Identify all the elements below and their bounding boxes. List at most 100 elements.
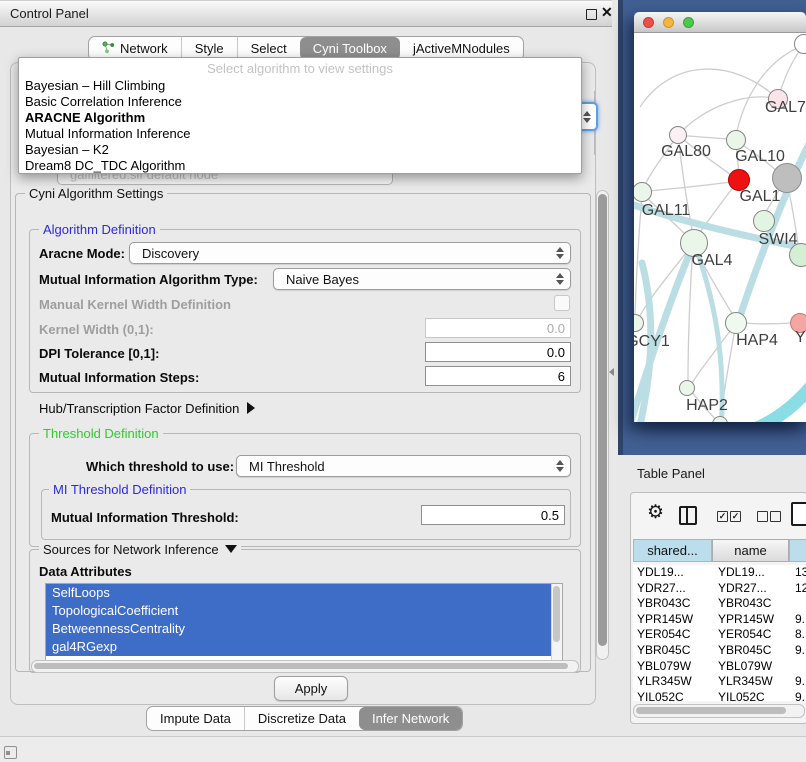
which-threshold-select[interactable]: MI Threshold — [236, 455, 571, 477]
cyni-algorithm-settings-title: Cyni Algorithm Settings — [25, 186, 167, 201]
node-hap2[interactable] — [679, 380, 695, 396]
control-panel-title: Control Panel — [10, 6, 89, 21]
cyni-bottom-tabs: Impute Data Discretize Data Infer Networ… — [146, 706, 463, 731]
node-label: GAL1 — [740, 188, 781, 206]
kernel-width-label: Kernel Width (0,1): — [39, 322, 154, 337]
mi-threshold-title: MI Threshold Definition — [49, 482, 190, 497]
tab-discretize-data[interactable]: Discretize Data — [244, 707, 359, 730]
algorithm-option[interactable]: Basic Correlation Inference — [19, 94, 581, 110]
gear-icon[interactable]: ⚙ — [647, 501, 664, 524]
node-swi4[interactable] — [753, 210, 775, 232]
mi-threshold-label: Mutual Information Threshold: — [51, 510, 239, 525]
table-horizontal-scrollbar[interactable] — [633, 704, 805, 718]
algorithm-dropdown-popup: Select algorithm to view settings Bayesi… — [18, 57, 582, 174]
list-vertical-scrollbar[interactable] — [551, 584, 562, 660]
column-header-shared-name[interactable]: shared... — [633, 539, 712, 562]
node-label: GAL4 — [692, 252, 733, 270]
algorithm-option[interactable]: Mutual Information Inference — [19, 126, 581, 142]
document-icon[interactable] — [791, 502, 806, 526]
unchecked-checkbox-icon[interactable] — [770, 511, 781, 522]
which-threshold-label: Which threshold to use: — [86, 459, 234, 474]
node-gal10[interactable] — [726, 130, 746, 150]
table-body: YDL19...YDL19...13 YDR27...YDR27...12 YB… — [633, 565, 806, 701]
network-window-titlebar[interactable] — [634, 12, 806, 33]
mi-algorithm-type-label: Mutual Information Algorithm Type: — [39, 272, 258, 287]
collapsed-arrow-icon — [247, 402, 255, 414]
checked-checkbox-icon[interactable]: ✓ — [730, 511, 741, 522]
algorithm-option-selected[interactable]: ARACNE Algorithm — [19, 110, 581, 126]
mi-steps-input[interactable] — [425, 366, 571, 386]
sources-title[interactable]: Sources for Network Inference — [39, 542, 241, 557]
node-label: HAP4 — [736, 332, 778, 350]
kernel-width-input[interactable] — [425, 318, 571, 338]
table-panel-title: Table Panel — [637, 466, 705, 481]
checked-checkbox-icon[interactable]: ✓ — [717, 511, 728, 522]
dpi-tolerance-label: DPI Tolerance [0,1]: — [39, 346, 159, 361]
algorithm-option[interactable]: Bayesian – K2 — [19, 142, 581, 158]
data-attributes-list: SelfLoops TopologicalCoefficient Between… — [45, 583, 563, 661]
node-hap4[interactable] — [725, 312, 747, 334]
node-label: GAL11 — [642, 202, 691, 220]
list-item[interactable]: SelfLoops — [46, 584, 558, 602]
mi-steps-label: Mutual Information Steps: — [39, 370, 199, 385]
window-grid-icon[interactable] — [4, 746, 17, 759]
manual-kernel-width-label: Manual Kernel Width Definition — [39, 297, 231, 312]
node-label: GCY1 — [634, 333, 670, 351]
control-panel-titlebar: Control Panel ✕ — [0, 0, 612, 27]
mi-threshold-input[interactable] — [421, 505, 565, 525]
table-row[interactable]: YPR145WYPR145W9. — [633, 612, 806, 628]
node-label: SWI4 — [758, 231, 797, 249]
zoom-traffic-light-icon[interactable] — [683, 17, 694, 28]
close-traffic-light-icon[interactable] — [643, 17, 654, 28]
column-header-partial[interactable] — [789, 539, 806, 562]
table-row[interactable]: YDL19...YDL19...13 — [633, 565, 806, 581]
expanded-arrow-icon — [225, 545, 237, 553]
network-view-window[interactable]: GAL7 GAL80 GAL10 GAL1 GAL11 SWI4 GAL4 GC… — [634, 12, 806, 422]
table-row[interactable]: YDR27...YDR27...12 — [633, 581, 806, 597]
unchecked-checkbox-icon[interactable] — [757, 511, 768, 522]
aracne-mode-label: Aracne Mode: — [39, 246, 125, 261]
list-item[interactable]: TopologicalCoefficient — [46, 602, 558, 620]
aracne-mode-select[interactable]: Discovery — [129, 242, 571, 264]
network-icon — [102, 41, 115, 57]
threshold-definition-title: Threshold Definition — [39, 426, 163, 441]
list-item[interactable]: gal4RGexp — [46, 638, 558, 656]
table-row[interactable]: YBL079WYBL079W — [633, 659, 806, 675]
table-row[interactable]: YIL052CYIL052C9. — [633, 690, 806, 701]
float-window-icon[interactable] — [586, 9, 597, 20]
node-label: HAP2 — [686, 397, 728, 415]
table-row[interactable]: YBR043CYBR043C — [633, 596, 806, 612]
panel-divider-arrow[interactable] — [609, 368, 614, 376]
apply-button[interactable]: Apply — [274, 676, 348, 701]
minimize-traffic-light-icon[interactable] — [663, 17, 674, 28]
close-icon[interactable]: ✕ — [601, 4, 613, 21]
split-panel-icon[interactable] — [679, 506, 697, 525]
algorithm-option[interactable]: Dream8 DC_TDC Algorithm — [19, 158, 581, 174]
data-attributes-label: Data Attributes — [39, 564, 132, 579]
list-item[interactable]: BetweennessCentrality — [46, 620, 558, 638]
hub-definition-toggle[interactable]: Hub/Transcription Factor Definition — [39, 401, 255, 416]
node-label: Y — [795, 329, 806, 347]
panel-vertical-scrollbar[interactable] — [596, 190, 609, 660]
node-gal80[interactable] — [669, 126, 687, 144]
column-header-name[interactable]: name — [712, 539, 789, 562]
status-bar — [0, 736, 806, 762]
tab-impute-data[interactable]: Impute Data — [147, 707, 244, 730]
node-label: GAL10 — [735, 148, 785, 166]
popup-placeholder: Select algorithm to view settings — [19, 61, 581, 76]
table-row[interactable]: YER054CYER054C8. — [633, 627, 806, 643]
table-panel: ⚙ ✓ ✓ shared... name YDL19...YDL19...13 … — [630, 492, 806, 724]
network-canvas[interactable]: GAL7 GAL80 GAL10 GAL1 GAL11 SWI4 GAL4 GC… — [634, 33, 806, 422]
table-row[interactable]: YBR045CYBR045C9. — [633, 643, 806, 659]
application-window: Control Panel ✕ Network Style Select Cyn… — [0, 0, 806, 762]
algorithm-option[interactable]: Bayesian – Hill Climbing — [19, 78, 581, 94]
dpi-tolerance-input[interactable] — [425, 342, 571, 362]
manual-kernel-width-checkbox[interactable] — [554, 295, 570, 311]
tab-infer-network[interactable]: Infer Network — [359, 707, 462, 730]
list-horizontal-scrollbar[interactable] — [31, 660, 579, 673]
node-label: GAL80 — [661, 143, 711, 161]
algorithm-definition-title: Algorithm Definition — [39, 222, 160, 237]
node-label: GAL7 — [765, 99, 806, 117]
mi-algorithm-type-select[interactable]: Naive Bayes — [273, 268, 571, 290]
table-row[interactable]: YLR345WYLR345W9. — [633, 674, 806, 690]
